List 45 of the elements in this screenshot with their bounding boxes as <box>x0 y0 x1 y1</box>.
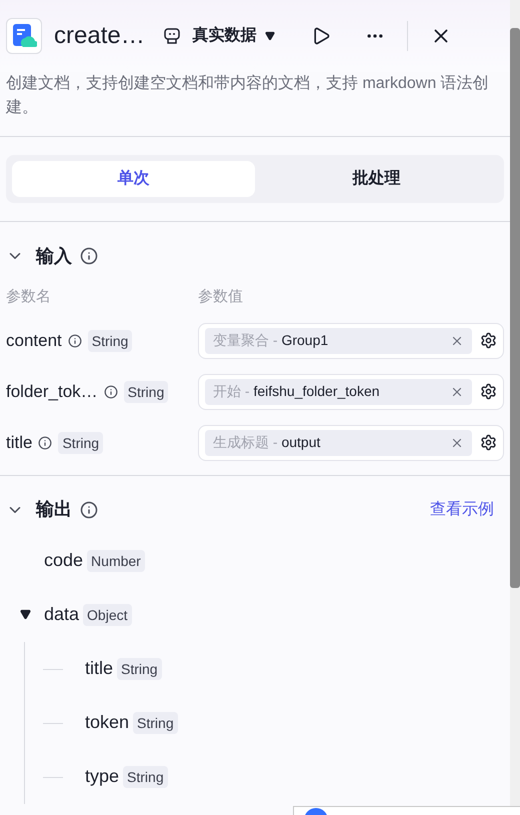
settings-icon[interactable] <box>480 434 497 451</box>
info-icon[interactable] <box>38 436 52 450</box>
view-example-link[interactable]: 查看示例 <box>430 498 494 522</box>
param-name: folder_tok… <box>6 380 98 403</box>
type-tag: String <box>124 380 168 402</box>
info-icon[interactable] <box>104 384 118 398</box>
type-tag: String <box>123 766 168 788</box>
field-name: token <box>85 711 130 734</box>
collapse-icon[interactable] <box>20 609 30 620</box>
column-header: 参数值 <box>198 287 243 307</box>
node-title: create… <box>54 21 145 51</box>
variable-field[interactable]: 变量聚合 - Group1 <box>198 322 504 358</box>
caret-icon <box>264 31 275 41</box>
type-tag: Object <box>83 604 132 626</box>
settings-icon[interactable] <box>480 332 497 349</box>
field-name: code <box>44 549 84 572</box>
variable-reference: 变量聚合 - Group1 <box>213 331 330 350</box>
type-tag: String <box>58 432 104 454</box>
tab[interactable]: 单次 <box>12 161 255 197</box>
field-name: title <box>85 657 114 680</box>
info-icon[interactable] <box>68 334 82 348</box>
column-header: 参数名 <box>6 287 52 307</box>
settings-icon[interactable] <box>480 383 497 400</box>
type-tag: String <box>117 658 162 680</box>
field-name: data <box>44 603 80 626</box>
type-tag: String <box>88 330 132 352</box>
scrollbar-thumb[interactable] <box>510 28 520 588</box>
type-tag: Number <box>87 550 145 572</box>
variable-field[interactable]: 开始 - feifshu_folder_token <box>198 374 504 410</box>
type-tag: String <box>133 712 178 734</box>
variable-reference: 生成标题 - output <box>213 433 322 452</box>
mask-icon[interactable] <box>162 27 181 45</box>
info-icon[interactable] <box>80 247 98 265</box>
param-name: title <box>6 432 32 454</box>
data-source-dropdown[interactable]: 真实数据 <box>192 24 275 48</box>
node-description: 创建文档，支持创建空文档和带内容的文档，支持 markdown 语法创建。 <box>4 74 490 118</box>
variable-field[interactable]: 生成标题 - output <box>198 424 504 460</box>
field-name: type <box>85 765 120 788</box>
info-icon[interactable] <box>80 500 98 518</box>
section-title: 输入 <box>36 244 72 268</box>
tab[interactable]: 批处理 <box>255 161 498 197</box>
variable-reference: 开始 - feifshu_folder_token <box>213 382 381 401</box>
section-title: 输出 <box>36 498 72 521</box>
param-name: content <box>6 330 62 352</box>
document-app-icon <box>6 18 42 54</box>
